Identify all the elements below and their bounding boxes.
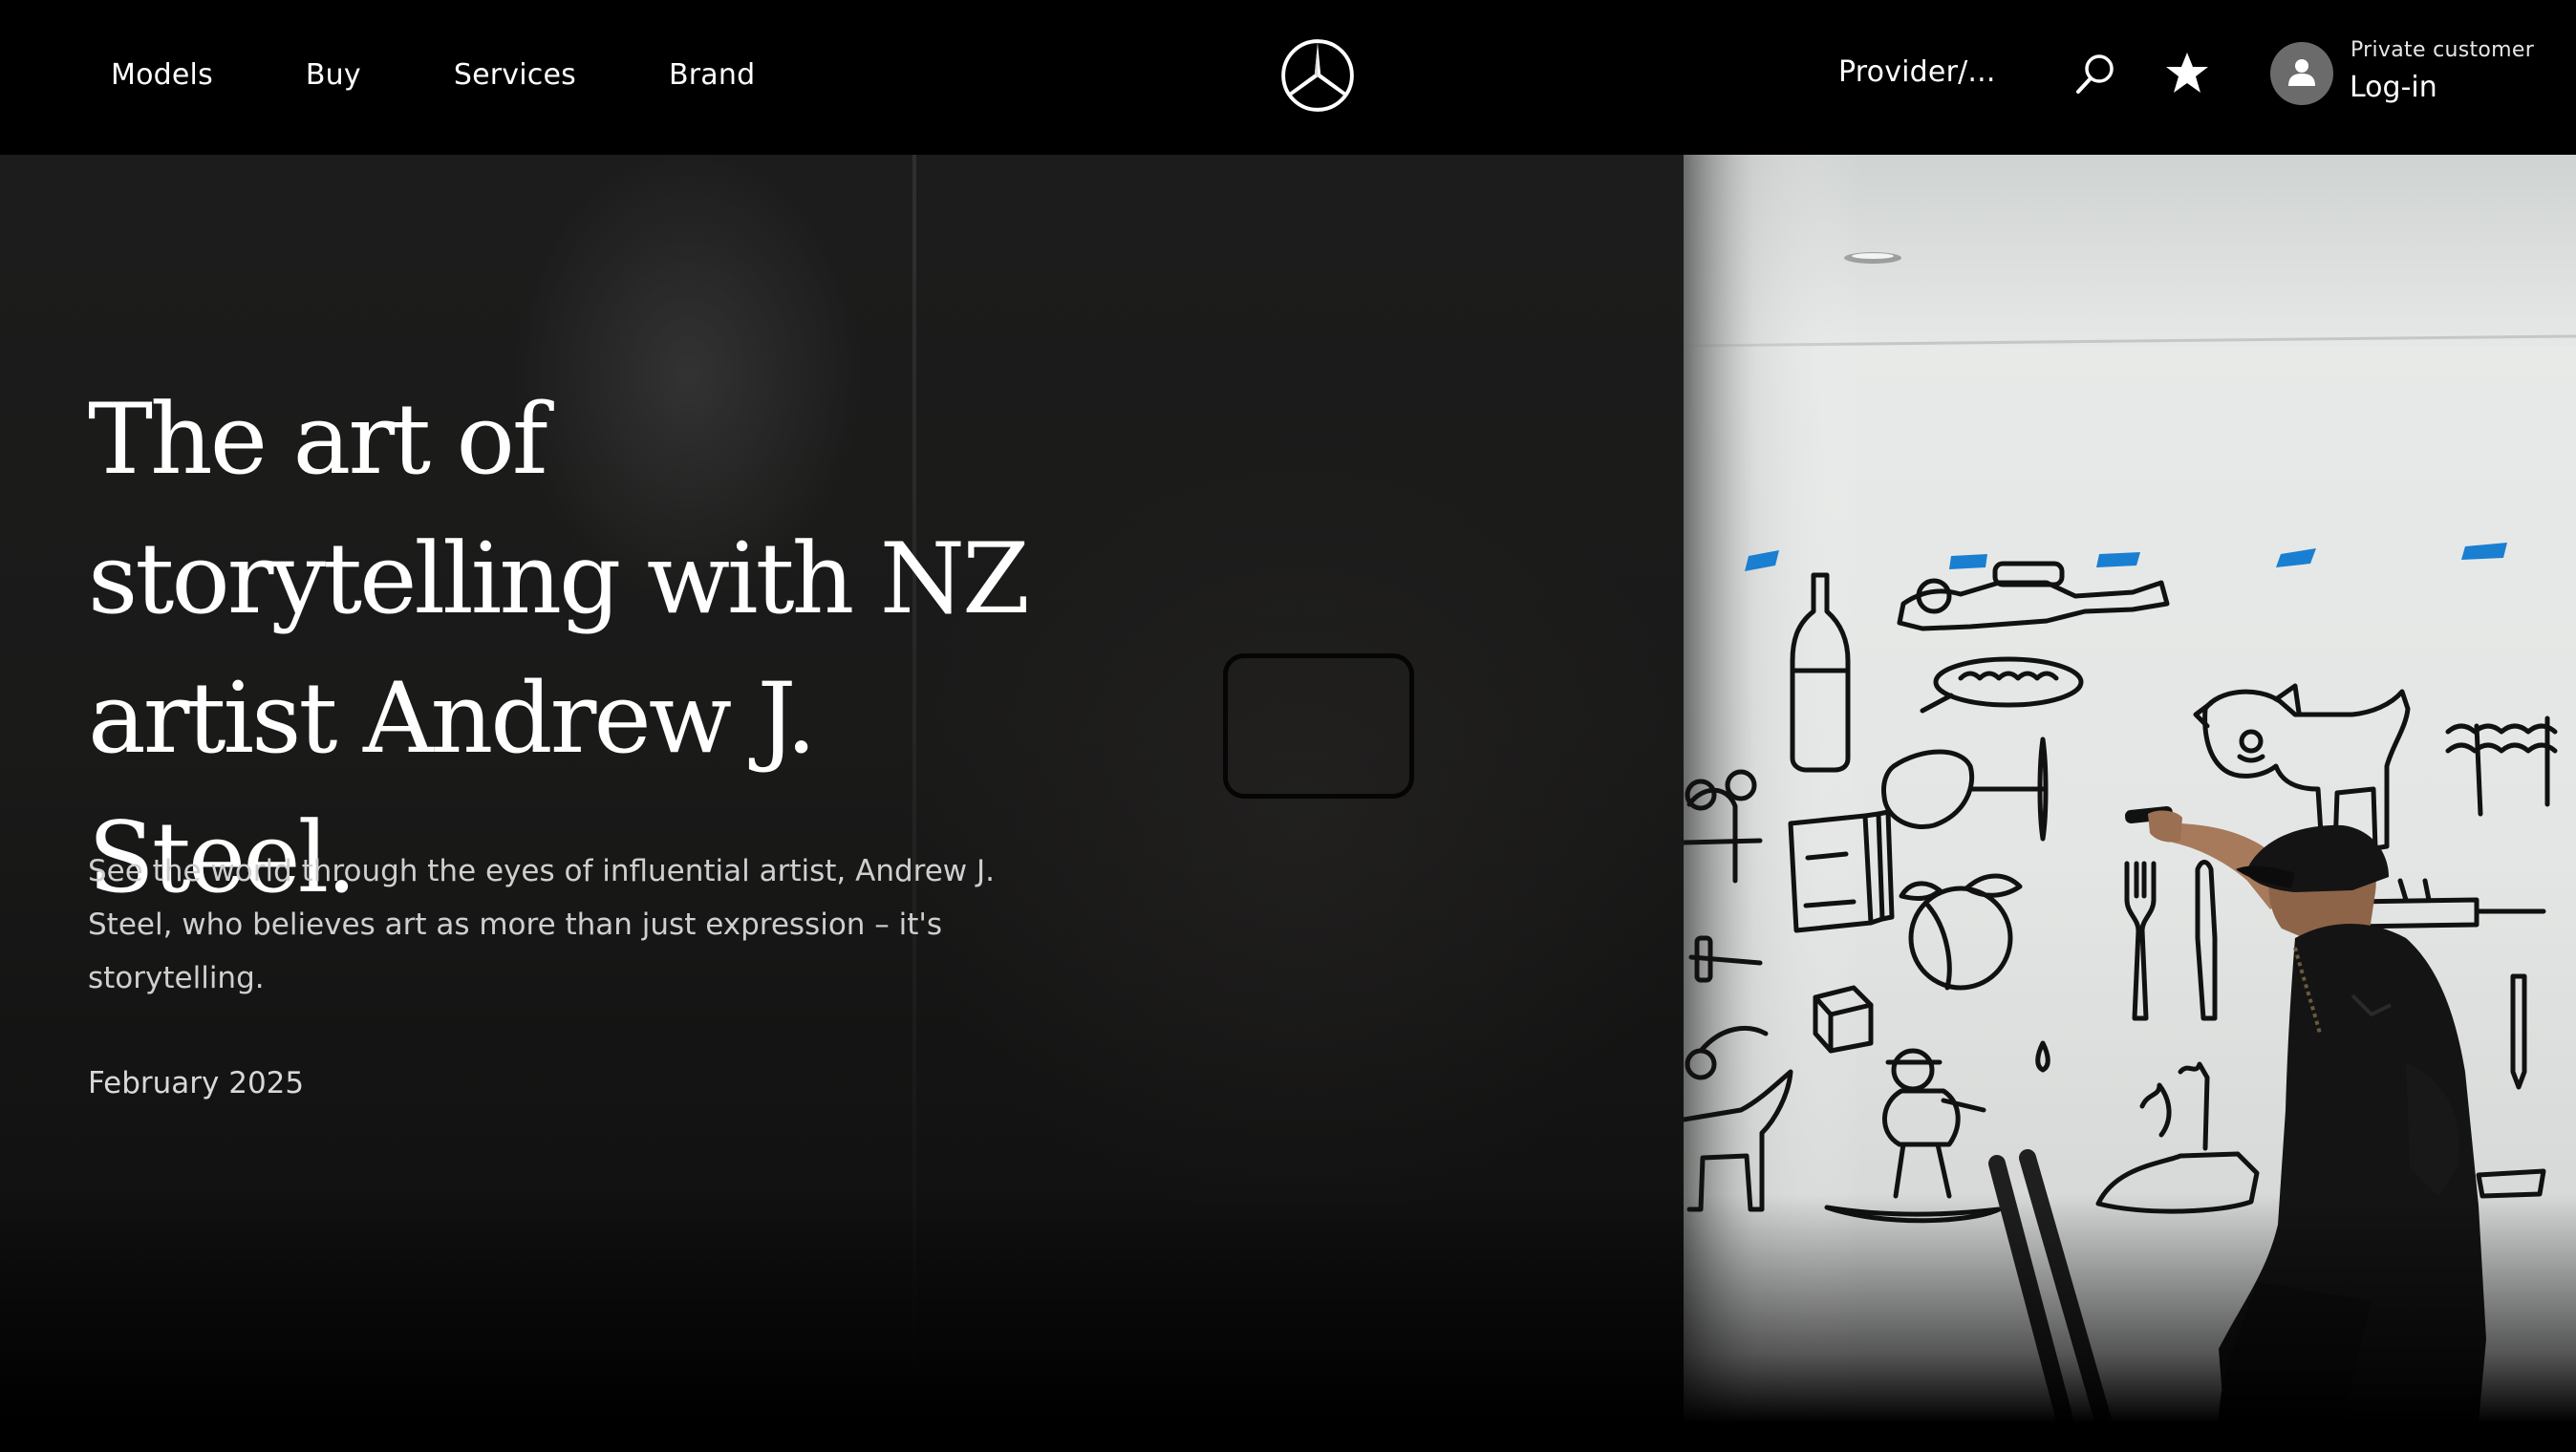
hero-description: See the world through the eyes of influe… bbox=[88, 854, 996, 995]
hero-section: The art of storytelling with NZ artist A… bbox=[0, 155, 2576, 1423]
nav-item-brand[interactable]: Brand bbox=[669, 58, 755, 92]
hero-photo-artist-mural bbox=[1684, 155, 2576, 1423]
wall-switch-plate bbox=[1223, 653, 1414, 799]
search-icon[interactable] bbox=[2072, 50, 2119, 97]
nav-item-services[interactable]: Services bbox=[454, 58, 576, 92]
nav-item-buy[interactable]: Buy bbox=[306, 58, 361, 92]
bottom-strip bbox=[0, 1423, 2576, 1452]
top-header: Models Buy Services Brand Provider/... P… bbox=[0, 0, 2576, 155]
avatar[interactable] bbox=[2270, 42, 2333, 105]
user-icon bbox=[2288, 59, 2315, 86]
main-nav: Models Buy Services Brand bbox=[111, 0, 848, 149]
login-link[interactable]: Log-in bbox=[2350, 71, 2437, 104]
star-icon[interactable] bbox=[2163, 50, 2211, 97]
three-pointed-star-logo-icon[interactable] bbox=[1280, 38, 1355, 113]
hero-date: February 2025 bbox=[88, 1066, 305, 1100]
provider-link[interactable]: Provider/... bbox=[1838, 55, 1996, 89]
account-type-label: Private customer bbox=[2351, 38, 2535, 62]
nav-item-models[interactable]: Models bbox=[111, 58, 213, 92]
